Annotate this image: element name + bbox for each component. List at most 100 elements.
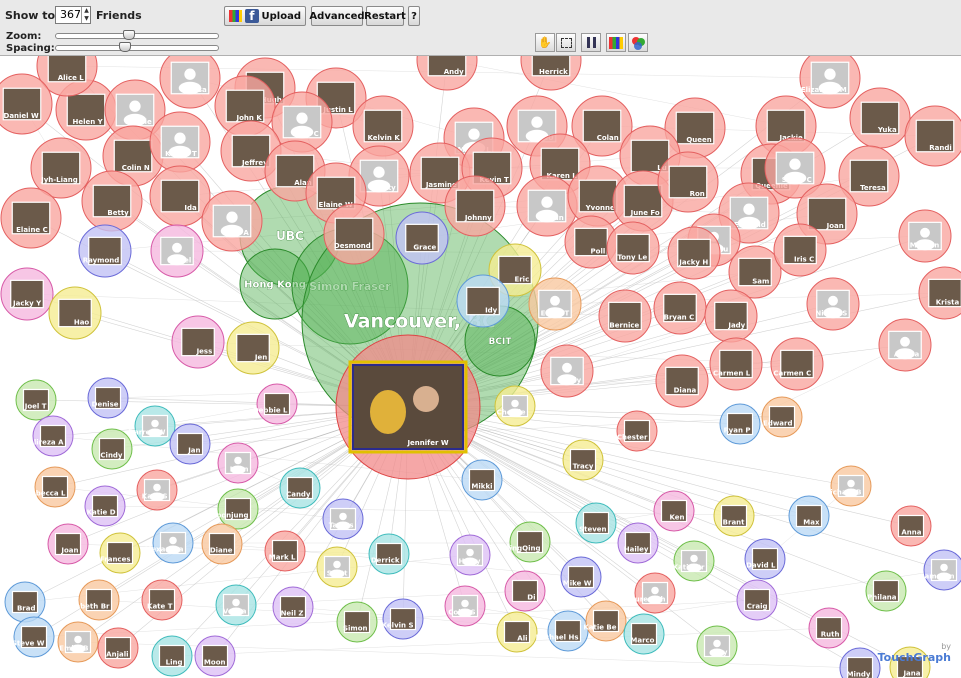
friend-node[interactable]: Jan [169, 423, 211, 465]
friend-node[interactable]: Moon [194, 635, 236, 677]
friend-node[interactable]: Carmen L [709, 337, 763, 391]
friend-node[interactable]: Mabel [150, 224, 204, 278]
friend-node[interactable]: Lun [516, 175, 578, 237]
friend-node[interactable]: Grace [395, 211, 449, 265]
friend-node[interactable]: Michael Hs [536, 610, 589, 652]
friend-node[interactable]: Jacky Y [0, 267, 54, 321]
friend-node[interactable]: Simon [336, 601, 378, 643]
restart-button[interactable]: Restart [364, 6, 406, 26]
color-circles-icon[interactable] [628, 33, 648, 52]
friend-node[interactable]: Kelvin S [382, 598, 424, 640]
friend-node[interactable]: Desmond [323, 203, 385, 265]
friend-node[interactable]: Mikki [461, 459, 503, 501]
friend-node[interactable]: Ron [657, 151, 719, 213]
friend-node[interactable]: Cindy [91, 428, 133, 470]
center-person-node[interactable]: Jennifer W [335, 334, 481, 480]
spinner-up-icon[interactable]: ▲ [82, 7, 91, 15]
friend-node[interactable]: Marco [623, 613, 665, 655]
friend-node[interactable]: Derrick [368, 533, 410, 575]
friend-node[interactable]: Katie D [84, 485, 126, 527]
friend-node[interactable]: Elaine C [0, 187, 62, 249]
upload-button[interactable]: f Upload [224, 6, 306, 26]
friend-node[interactable]: Elizabeth Br [62, 579, 120, 621]
friend-node[interactable]: Raymond [78, 224, 132, 278]
friend-node[interactable]: David L [744, 538, 786, 580]
friend-node[interactable]: Cherrie [494, 385, 536, 427]
friend-node[interactable]: Ruth [808, 607, 850, 649]
friend-node[interactable]: Jay [696, 625, 738, 667]
friend-node[interactable]: Jady [704, 289, 758, 343]
friend-node[interactable]: Elizabeth M [799, 56, 861, 109]
friend-node[interactable]: Neil Z [272, 586, 314, 628]
friend-node[interactable]: Mike W [560, 556, 602, 598]
friend-node[interactable]: Billy [540, 344, 594, 398]
friend-node[interactable]: Candy [279, 467, 321, 509]
friend-node[interactable]: Krista [918, 266, 961, 320]
friend-node[interactable]: Kate S [136, 469, 178, 511]
friend-node[interactable]: Emily T [528, 277, 582, 331]
friend-node[interactable]: Kate T [141, 579, 183, 621]
friend-node[interactable]: Brant [713, 495, 755, 537]
friend-node[interactable]: Ryan P [719, 403, 761, 445]
friend-node[interactable]: Joan [47, 523, 89, 565]
friend-node[interactable]: Hao [48, 286, 102, 340]
friend-node[interactable]: Johnny [444, 175, 506, 237]
zoom-slider[interactable] [55, 33, 219, 39]
friend-node[interactable]: Di [504, 570, 546, 612]
friend-node[interactable]: Ida [149, 165, 211, 227]
spacing-slider-thumb[interactable] [118, 42, 131, 52]
friend-node[interactable]: Anjali [97, 627, 139, 669]
friend-node[interactable]: Mark L [264, 530, 306, 572]
friend-node[interactable]: Craig [736, 579, 778, 621]
friend-node[interactable]: Denise [87, 377, 129, 419]
friend-node[interactable]: Philana [865, 570, 907, 612]
friend-node[interactable]: Anna [890, 505, 932, 547]
select-rectangle-icon[interactable] [556, 33, 576, 52]
friend-node[interactable]: Ali [496, 611, 538, 653]
friend-node[interactable]: Alireza A [28, 415, 74, 457]
spinner-arrows[interactable]: ▲ ▼ [81, 7, 91, 23]
pause-icon[interactable] [581, 33, 601, 52]
friend-node[interactable]: Rebecca L [26, 466, 76, 508]
friend-node[interactable]: Michael B [823, 465, 872, 507]
friend-node[interactable]: Frances [99, 532, 141, 574]
friend-node[interactable]: Ken [653, 490, 695, 532]
friend-node[interactable]: Brad [4, 581, 46, 623]
friend-node[interactable]: Myreen [898, 209, 952, 263]
help-button[interactable]: ? [408, 6, 420, 26]
friend-node[interactable]: Bernice [598, 289, 652, 343]
friend-node[interactable]: Iris C [773, 223, 827, 277]
friend-node[interactable]: Yuka [849, 87, 911, 149]
friend-node[interactable]: Cameron [919, 549, 961, 591]
friend-node[interactable]: Andy [416, 56, 478, 91]
friend-node[interactable]: Max [788, 495, 830, 537]
friend-node[interactable]: Katie Be [583, 600, 627, 642]
spinner-down-icon[interactable]: ▼ [82, 15, 91, 23]
friend-node[interactable]: Emily B [57, 621, 99, 663]
friend-node[interactable]: Diane [201, 523, 243, 565]
advanced-button[interactable]: Advanced [309, 6, 365, 26]
friend-node[interactable]: Tracy [562, 439, 604, 481]
friend-node[interactable]: Alex A [201, 190, 263, 252]
friend-node[interactable]: Yoonjung [211, 488, 259, 530]
friend-node[interactable]: Betty [81, 170, 143, 232]
friend-node[interactable]: Hailey [617, 522, 659, 564]
friend-node[interactable]: Mindy [839, 647, 881, 678]
friend-node[interactable]: Randi [904, 105, 961, 167]
friend-node[interactable]: Herrick [520, 56, 582, 91]
friend-node[interactable]: Joel T [15, 379, 57, 421]
friend-node[interactable]: Jen [226, 321, 280, 375]
friend-node[interactable]: Tony Le [606, 221, 660, 275]
friend-node[interactable]: Idy [456, 274, 510, 328]
friend-node[interactable]: Carmen C [770, 337, 824, 391]
friend-node[interactable]: Steve W [12, 616, 55, 658]
friend-node[interactable]: Bryan C [653, 281, 707, 335]
friend-node[interactable]: Scott [316, 546, 358, 588]
friend-node[interactable]: Steven [575, 502, 617, 544]
friend-node[interactable]: Colin S [444, 585, 486, 627]
friend-node[interactable]: Diana [655, 354, 709, 408]
friend-node[interactable]: Kelvin T [149, 111, 211, 173]
friend-node[interactable]: Chester [616, 410, 658, 452]
friend-node[interactable]: Tames [322, 498, 364, 540]
friend-node[interactable]: Jacky H [667, 226, 721, 280]
